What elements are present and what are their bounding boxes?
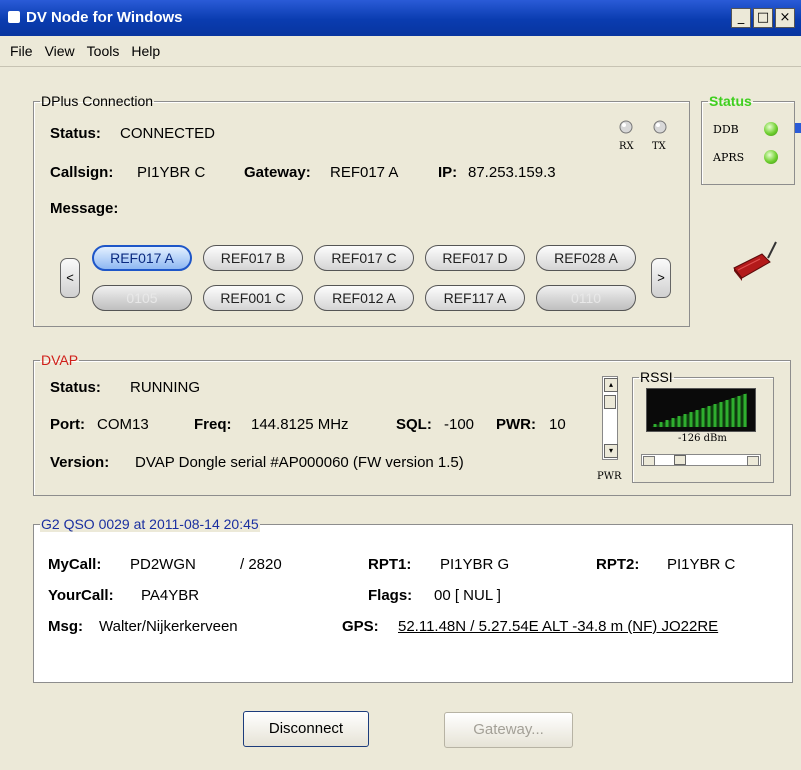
reflector-button[interactable]: REF028 A <box>536 245 636 271</box>
pwr-slider-thumb[interactable] <box>604 395 616 409</box>
gateway-button[interactable]: Gateway... <box>444 712 573 748</box>
port-label: Port: <box>50 416 85 433</box>
gps-link[interactable]: 52.11.48N / 5.27.54E ALT -34.8 m (NF) JO… <box>398 618 718 635</box>
sql-label: SQL: <box>396 416 432 433</box>
mycall-value: PD2WGN <box>130 556 196 573</box>
tx-label: TX <box>652 141 666 152</box>
rssi-slider-left-icon[interactable] <box>643 456 655 466</box>
flags-label: Flags: <box>368 587 413 604</box>
window-title: DV Node for Windows <box>26 9 183 26</box>
close-button[interactable]: × <box>775 8 795 28</box>
yourcall-label: YourCall: <box>48 587 114 604</box>
rssi-slider-right-icon[interactable] <box>747 456 759 466</box>
reflector-button[interactable]: REF017 D <box>425 245 525 271</box>
rx-indicator-icon <box>618 118 634 134</box>
version-label: Version: <box>50 454 110 471</box>
sql-value: -100 <box>444 416 475 433</box>
flags-value: 00 [ NUL ] <box>434 587 501 604</box>
aprs-status-led <box>764 150 778 164</box>
reflector-prev-button[interactable]: < <box>60 258 80 298</box>
rpt2-value: PI1YBR C <box>667 556 736 573</box>
pwr-label: PWR: <box>496 416 536 433</box>
menu-file[interactable]: File <box>0 36 39 66</box>
dvap-dongle-icon <box>728 238 784 282</box>
tx-indicator-icon <box>652 118 668 134</box>
pwr-value: 10 <box>549 416 566 433</box>
dplus-legend: DPlus Connection <box>41 93 154 109</box>
rpt2-label: RPT2: <box>596 556 640 573</box>
yourcall-value: PA4YBR <box>141 587 200 604</box>
status-legend: Status <box>709 93 752 109</box>
dvap-status-value: RUNNING <box>130 379 200 396</box>
rpt1-label: RPT1: <box>368 556 412 573</box>
reflector-button[interactable]: REF017 C <box>314 245 414 271</box>
version-value: DVAP Dongle serial #AP000060 (FW version… <box>135 454 464 471</box>
ip-value: 87.253.159.3 <box>468 164 556 181</box>
rssi-slider[interactable] <box>641 454 761 466</box>
menu-view[interactable]: View <box>39 36 81 66</box>
message-label: Message: <box>50 200 119 217</box>
menu-bar: File View Tools Help <box>0 36 801 67</box>
pwr-slider-up-icon[interactable]: ▴ <box>604 378 618 392</box>
freq-label: Freq: <box>194 416 232 433</box>
pwr-slider[interactable]: ▴ ▾ <box>602 376 618 460</box>
reflector-button[interactable]: REF017 B <box>203 245 303 271</box>
minimize-button[interactable]: _ <box>731 8 751 28</box>
reflector-button[interactable]: REF017 A <box>92 245 192 271</box>
dplus-status-value: CONNECTED <box>120 125 216 142</box>
menu-tools[interactable]: Tools <box>81 36 126 66</box>
maximize-button[interactable]: □ <box>753 8 773 28</box>
disconnect-button[interactable]: Disconnect <box>243 711 369 747</box>
app-window: DV Node for Windows _ □ × File View Tools H… <box>0 0 801 770</box>
app-icon <box>8 11 20 23</box>
port-value: COM13 <box>97 416 149 433</box>
msg-label: Msg: <box>48 618 83 635</box>
dvap-legend: DVAP <box>41 352 79 368</box>
reflector-button[interactable]: REF117 A <box>425 285 525 311</box>
aprs-label: APRS <box>713 151 745 164</box>
edge-marker <box>795 123 801 133</box>
gateway-label: Gateway: <box>244 164 311 181</box>
dvap-status-label: Status: <box>50 379 101 396</box>
pwr-slider-down-icon[interactable]: ▾ <box>604 444 618 458</box>
status-group: Status <box>701 93 795 185</box>
rssi-meter <box>646 388 756 432</box>
msg-value: Walter/Nijkerkerveen <box>99 618 238 635</box>
reflector-next-button[interactable]: > <box>651 258 671 298</box>
gps-label: GPS: <box>342 618 379 635</box>
callsign-value: PI1YBR C <box>137 164 206 181</box>
rssi-slider-thumb[interactable] <box>674 455 686 465</box>
pwr-slider-label: PWR <box>597 471 622 482</box>
rssi-value: -126 dBm <box>678 433 727 444</box>
qso-legend: G2 QSO 0029 at 2011-08-14 20:45 <box>40 516 260 532</box>
menu-help[interactable]: Help <box>125 36 166 66</box>
reflector-button[interactable]: REF012 A <box>314 285 414 311</box>
ip-label: IP: <box>438 164 458 181</box>
mycall-label: MyCall: <box>48 556 102 573</box>
title-bar[interactable]: DV Node for Windows _ □ × <box>0 0 801 36</box>
dplus-status-label: Status: <box>50 125 101 142</box>
rpt1-value: PI1YBR G <box>440 556 510 573</box>
reflector-button[interactable]: REF001 C <box>203 285 303 311</box>
callsign-label: Callsign: <box>50 164 114 181</box>
reflector-button[interactable]: 0105 <box>92 285 192 311</box>
gateway-value: REF017 A <box>330 164 399 181</box>
ddb-label: DDB <box>713 123 739 136</box>
freq-value: 144.8125 MHz <box>251 416 349 433</box>
reflector-button[interactable]: 0110 <box>536 285 636 311</box>
rssi-legend: RSSI <box>640 369 673 385</box>
mycall-suffix: / 2820 <box>240 556 282 573</box>
rx-label: RX <box>619 141 634 152</box>
ddb-status-led <box>764 122 778 136</box>
